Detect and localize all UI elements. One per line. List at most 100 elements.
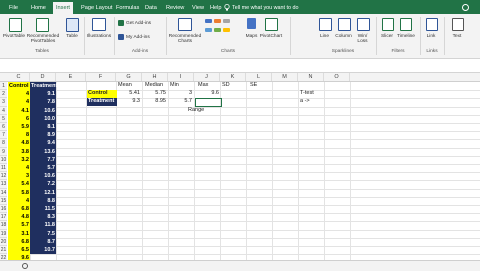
column-chart-icon[interactable]: [205, 19, 212, 23]
pie-chart-icon[interactable]: [223, 19, 230, 23]
scatter-chart-icon[interactable]: [223, 28, 230, 32]
get-addins-button[interactable]: Get Add-ins: [126, 21, 151, 26]
column-header[interactable]: C: [8, 73, 30, 81]
tell-me-search[interactable]: Tell me what you want to do: [232, 2, 299, 14]
tab-insert[interactable]: Insert: [53, 2, 73, 14]
control-value[interactable]: 4.1: [8, 106, 30, 115]
stats-max-control[interactable]: 9.6: [194, 90, 219, 96]
stats-min-control[interactable]: 3: [168, 90, 192, 96]
stats-label-control[interactable]: Control: [87, 90, 117, 98]
sparkline-column-button[interactable]: Column: [333, 34, 354, 39]
tab-page-layout[interactable]: Page Layout: [78, 2, 115, 14]
stats-min-treatment[interactable]: 5.7: [168, 98, 192, 104]
column-header[interactable]: L: [246, 73, 272, 81]
sparkline-winloss-button[interactable]: Win/ Loss: [354, 34, 371, 44]
sparkline-line-button[interactable]: Line: [316, 34, 333, 39]
tab-view[interactable]: View: [189, 2, 207, 14]
my-addins-button[interactable]: My Add-ins: [126, 35, 150, 40]
tab-review[interactable]: Review: [163, 2, 187, 14]
row-header[interactable]: 9: [0, 147, 7, 156]
treatment-value[interactable]: 10.7: [30, 246, 56, 255]
column-header[interactable]: I: [168, 73, 194, 81]
column-header[interactable]: K: [220, 73, 246, 81]
tab-home[interactable]: Home: [28, 2, 49, 14]
recommended-pivottables-button[interactable]: Recommended PivotTables: [26, 34, 60, 44]
row-header[interactable]: 3: [0, 98, 7, 107]
column-header[interactable]: O: [324, 73, 350, 81]
treatment-value[interactable]: 8.9: [30, 131, 56, 140]
treatment-value[interactable]: 5.7: [30, 164, 56, 173]
table-button[interactable]: Table: [62, 34, 82, 39]
header-median[interactable]: Median: [145, 82, 163, 88]
row-header[interactable]: 14: [0, 188, 7, 197]
treatment-value[interactable]: 12.1: [30, 188, 56, 197]
header-max[interactable]: Max: [198, 82, 208, 88]
tab-help[interactable]: Help: [207, 2, 225, 14]
row-header[interactable]: 4: [0, 106, 7, 115]
control-value[interactable]: 4: [8, 196, 30, 205]
row-header[interactable]: 18: [0, 221, 7, 230]
control-value[interactable]: 4: [8, 164, 30, 173]
treatment-value[interactable]: 7.7: [30, 155, 56, 164]
control-value[interactable]: 6: [8, 114, 30, 123]
treatment-value[interactable]: 7.8: [30, 98, 56, 107]
pivottable-button[interactable]: PivotTable: [1, 34, 27, 39]
treatment-value[interactable]: 11.8: [30, 221, 56, 230]
timeline-button[interactable]: Timeline: [395, 34, 417, 39]
control-value[interactable]: 4.8: [8, 213, 30, 222]
row-header[interactable]: 16: [0, 205, 7, 214]
stats-label-treatment[interactable]: Treatment: [87, 98, 117, 106]
slicer-button[interactable]: Slicer: [378, 34, 396, 39]
tab-file[interactable]: File: [6, 2, 21, 14]
row-header[interactable]: 15: [0, 196, 7, 205]
add-sheet-icon[interactable]: [22, 263, 28, 269]
control-value[interactable]: 5.7: [8, 221, 30, 230]
row-header[interactable]: 6: [0, 123, 7, 132]
row-header[interactable]: 21: [0, 246, 7, 255]
control-value[interactable]: 3.8: [8, 147, 30, 156]
control-header[interactable]: Control: [8, 82, 30, 91]
row-header[interactable]: 19: [0, 229, 7, 238]
row-header[interactable]: 12: [0, 172, 7, 181]
treatment-header[interactable]: Treatment: [30, 82, 57, 91]
formula-bar[interactable]: [0, 59, 480, 73]
tab-data[interactable]: Data: [142, 2, 160, 14]
worksheet-grid[interactable]: CDEFGHIJKLMNO 1 2 3 4 5 6 7 8 9 10 11 12 13 14 15 16 17 1…: [0, 73, 480, 260]
stats-median-control[interactable]: 5.75: [142, 90, 166, 96]
range-label[interactable]: Range: [188, 107, 204, 113]
row-header[interactable]: 5: [0, 114, 7, 123]
control-value[interactable]: 8: [8, 131, 30, 140]
control-value[interactable]: 5.9: [8, 123, 30, 132]
treatment-value[interactable]: 10.6: [30, 172, 56, 181]
tab-formulas[interactable]: Formulas: [113, 2, 142, 14]
control-value[interactable]: 4: [8, 98, 30, 107]
column-header[interactable]: J: [194, 73, 220, 81]
column-header[interactable]: D: [30, 73, 56, 81]
row-header[interactable]: 1: [0, 82, 7, 91]
row-header[interactable]: 20: [0, 237, 7, 246]
header-se[interactable]: SE: [250, 82, 257, 88]
row-header[interactable]: 2: [0, 90, 7, 99]
control-value[interactable]: 6.8: [8, 237, 30, 246]
header-sd[interactable]: SD: [222, 82, 230, 88]
treatment-value[interactable]: 7.5: [30, 229, 56, 238]
row-header[interactable]: 11: [0, 164, 7, 173]
row-header[interactable]: 13: [0, 180, 7, 189]
column-header[interactable]: N: [298, 73, 324, 81]
active-cell[interactable]: [195, 98, 222, 107]
link-button[interactable]: Link: [423, 34, 439, 39]
control-value[interactable]: 5.8: [8, 188, 30, 197]
text-button[interactable]: Text: [449, 34, 465, 39]
row-header[interactable]: 8: [0, 139, 7, 148]
pivotchart-button[interactable]: PivotChart: [258, 34, 284, 39]
line-chart-icon[interactable]: [214, 19, 221, 23]
column-header[interactable]: M: [272, 73, 298, 81]
control-value[interactable]: 5.4: [8, 180, 30, 189]
account-icon[interactable]: [462, 4, 469, 11]
row-header[interactable]: 17: [0, 213, 7, 222]
treatment-value[interactable]: 13.6: [30, 147, 56, 156]
recommended-charts-button[interactable]: Recommended Charts: [168, 34, 202, 44]
treatment-value[interactable]: 11.5: [30, 205, 56, 214]
treatment-value[interactable]: 8.8: [30, 196, 56, 205]
column-header[interactable]: E: [56, 73, 86, 81]
